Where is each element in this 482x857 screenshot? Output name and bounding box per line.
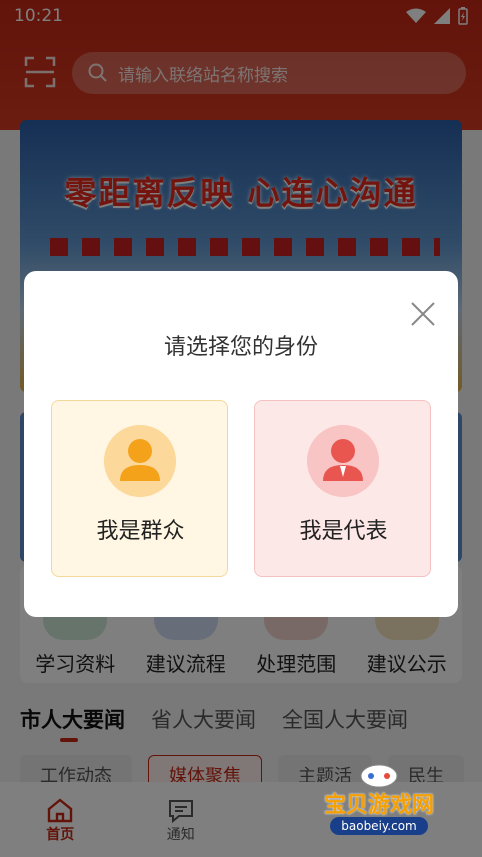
gamepad-icon — [360, 764, 398, 788]
option-representative-button[interactable]: 我是代表 — [254, 400, 431, 577]
watermark-url: baobeiy.com — [330, 817, 428, 835]
option-public-button[interactable]: 我是群众 — [51, 400, 228, 577]
close-icon[interactable] — [408, 299, 438, 329]
dialog-title: 请选择您的身份 — [163, 335, 318, 360]
option-label: 我是群众 — [96, 519, 185, 544]
person-icon — [104, 425, 176, 497]
watermark-logo: 宝贝游戏网 baobeiy.com — [306, 763, 452, 843]
watermark-text: 宝贝游戏网 — [323, 793, 434, 818]
option-label: 我是代表 — [299, 519, 388, 544]
representative-icon — [307, 425, 379, 497]
identity-dialog: 请选择您的身份 我是群众 我是代表 — [24, 271, 458, 617]
